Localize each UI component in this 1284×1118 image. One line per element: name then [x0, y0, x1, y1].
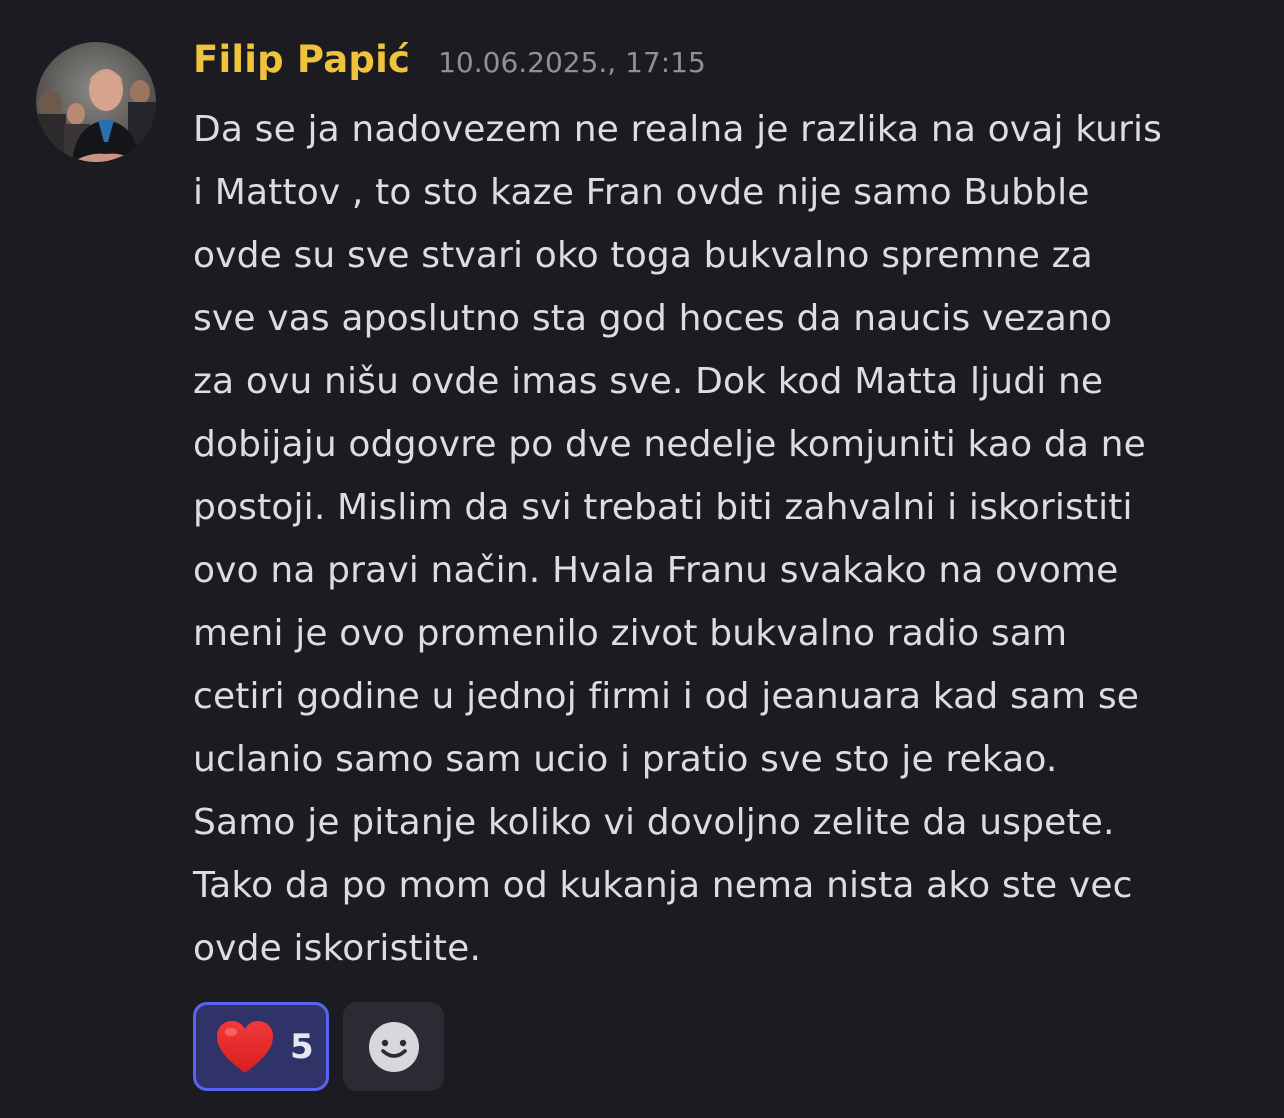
- message-line: Tako da po mom od kukanja nema nista ako…: [193, 865, 1133, 906]
- message-line: ovde su sve stvari oko toga bukvalno spr…: [193, 235, 1093, 276]
- timestamp: 10.06.2025., 17:15: [438, 46, 706, 79]
- message-line: i Mattov , to sto kaze Fran ovde nije sa…: [193, 172, 1090, 213]
- avatar-image: [36, 42, 156, 162]
- add-reaction-button[interactable]: [343, 1002, 444, 1091]
- message-line: cetiri godine u jednoj firmi i od jeanua…: [193, 676, 1140, 717]
- message-line: za ovu nišu ovde imas sve. Dok kod Matta…: [193, 361, 1104, 402]
- message-line: sve vas aposlutno sta god hoces da nauci…: [193, 298, 1113, 339]
- smiley-icon: [368, 1021, 419, 1072]
- message-line: ovde iskoristite.: [193, 928, 482, 969]
- message-line: uclanio samo sam ucio i pratio sve sto j…: [193, 739, 1058, 780]
- reaction-count: 5: [290, 1026, 314, 1067]
- message-line: Da se ja nadovezem ne realna je razlika …: [193, 109, 1163, 150]
- message-content: Da se ja nadovezem ne realna je razlika …: [193, 98, 1263, 980]
- message-line: ovo na pravi način. Hvala Franu svakako …: [193, 550, 1119, 591]
- heart-icon: [217, 1020, 273, 1073]
- message-line: Samo je pitanje koliko vi dovoljno zelit…: [193, 802, 1115, 843]
- message-line: dobijaju odgovre po dve nedelje komjunit…: [193, 424, 1146, 465]
- reaction-heart[interactable]: 5: [193, 1002, 329, 1091]
- message-header: Filip Papić 10.06.2025., 17:15: [193, 38, 706, 94]
- avatar[interactable]: [36, 42, 156, 162]
- chat-message: Filip Papić 10.06.2025., 17:15 Da se ja …: [0, 0, 1284, 1118]
- reactions-bar: 5: [193, 1002, 444, 1091]
- message-line: meni je ovo promenilo zivot bukvalno rad…: [193, 613, 1068, 654]
- message-line: postoji. Mislim da svi trebati biti zahv…: [193, 487, 1133, 528]
- username[interactable]: Filip Papić: [193, 38, 410, 81]
